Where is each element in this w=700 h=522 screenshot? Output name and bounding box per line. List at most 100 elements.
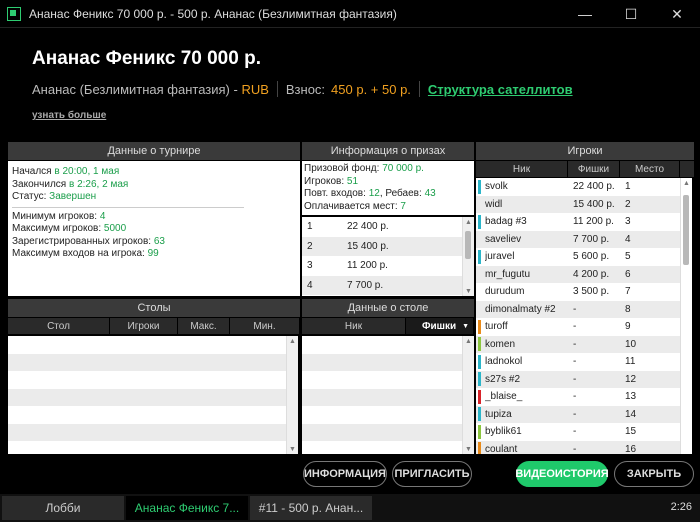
tables-scrollbar[interactable]: ▲ ▼	[286, 336, 298, 454]
ended-label: Закончился	[12, 178, 67, 190]
window-title: Ананас Феникс 70 000 р. - 500 р. Ананас …	[29, 6, 397, 21]
player-row[interactable]: durudum 3 500 р. 7	[476, 283, 680, 301]
player-row[interactable]: komen - 10	[476, 335, 680, 353]
prize-place: 3	[307, 260, 313, 272]
player-chips: 5 600 р.	[573, 251, 610, 263]
prize-row: 55 600 р.	[302, 295, 462, 296]
fee-value: 450 р. + 50 р.	[331, 81, 411, 97]
prize-pool-label: Призовой фонд:	[304, 163, 380, 174]
scroll-down-arrow-icon[interactable]: ▼	[463, 286, 474, 296]
tab-table[interactable]: #11 - 500 р. Анан...	[250, 496, 372, 520]
empty-row	[8, 388, 286, 406]
close-button[interactable]: ЗАКРЫТЬ	[614, 461, 694, 487]
player-nick: mr_fugutu	[485, 268, 531, 280]
table-data-scrollbar[interactable]: ▲ ▼	[462, 336, 474, 454]
player-row[interactable]: tupiza - 14	[476, 405, 680, 423]
player-nick: widl	[485, 198, 503, 210]
player-row[interactable]: ladnokol - 11	[476, 353, 680, 371]
player-row[interactable]: coulant - 16	[476, 440, 680, 454]
column-place[interactable]: Место	[620, 161, 680, 177]
player-place: 16	[625, 443, 637, 454]
reentries-label: Повт. входов:	[304, 188, 366, 199]
empty-row	[8, 423, 286, 441]
info-button[interactable]: ИНФОРМАЦИЯ	[303, 461, 387, 487]
column-players[interactable]: Игроки	[110, 318, 178, 334]
column-max[interactable]: Макс.	[178, 318, 230, 334]
player-color-marker	[478, 302, 481, 316]
empty-row	[8, 371, 286, 389]
scroll-up-arrow-icon[interactable]: ▲	[681, 178, 692, 188]
scroll-down-arrow-icon[interactable]: ▼	[287, 444, 298, 454]
player-row[interactable]: byblik61 - 15	[476, 423, 680, 441]
player-place: 2	[625, 198, 631, 210]
player-place: 10	[625, 338, 637, 350]
scroll-up-arrow-icon[interactable]: ▲	[463, 336, 474, 346]
minimize-button[interactable]: —	[562, 0, 608, 28]
maximize-button[interactable]: ☐	[608, 0, 654, 28]
prize-scrollbar[interactable]: ▲ ▼	[462, 217, 474, 296]
player-row[interactable]: juravel 5 600 р. 5	[476, 248, 680, 266]
column-min[interactable]: Мин.	[230, 318, 300, 334]
learn-more-link[interactable]: узнать больше	[32, 110, 106, 121]
column-table[interactable]: Стол	[8, 318, 110, 334]
player-place: 13	[625, 391, 637, 403]
scroll-thumb[interactable]	[683, 195, 689, 265]
scroll-thumb[interactable]	[465, 231, 471, 259]
player-color-marker	[478, 232, 481, 246]
column-chips[interactable]: Фишки	[568, 161, 620, 177]
player-row[interactable]: _blaise_ - 13	[476, 388, 680, 406]
player-color-marker	[478, 354, 481, 369]
column-nick[interactable]: Ник	[302, 318, 406, 334]
prize-row: 1 22 400 р.	[302, 217, 462, 237]
satellite-structure-link[interactable]: Структура сателлитов	[428, 82, 573, 97]
player-row[interactable]: turoff - 9	[476, 318, 680, 336]
player-row[interactable]: mr_fugutu 4 200 р. 6	[476, 265, 680, 283]
min-players-value: 4	[99, 210, 106, 222]
invite-button[interactable]: ПРИГЛАСИТЬ	[392, 461, 472, 487]
player-nick: durudum	[485, 286, 525, 298]
tournament-header: Ананас Феникс 70 000 р. Ананас (Безлимит…	[0, 28, 700, 140]
close-window-button[interactable]: ✕	[654, 0, 700, 28]
player-row[interactable]: saveliev 7 700 р. 4	[476, 230, 680, 248]
bottom-taskbar: Лобби Ананас Феникс 7... #11 - 500 р. Ан…	[0, 494, 700, 522]
player-color-marker	[478, 179, 481, 194]
player-nick: saveliev	[485, 233, 522, 245]
empty-row	[302, 336, 462, 354]
registered-value: 63	[153, 235, 165, 247]
player-row[interactable]: badag #3 11 200 р. 3	[476, 213, 680, 231]
scroll-up-arrow-icon[interactable]: ▲	[287, 336, 298, 346]
player-nick: svolk	[485, 181, 508, 193]
scroll-up-arrow-icon[interactable]: ▲	[463, 217, 474, 227]
tab-lobby[interactable]: Лобби	[2, 496, 124, 520]
player-row[interactable]: svolk 22 400 р. 1	[476, 178, 680, 196]
player-row[interactable]: dimonalmaty #2 - 8	[476, 300, 680, 318]
scroll-down-arrow-icon[interactable]: ▼	[463, 444, 474, 454]
divider	[276, 81, 278, 97]
player-row[interactable]: s27s #2 - 12	[476, 370, 680, 388]
player-color-marker	[478, 424, 481, 439]
player-place: 5	[625, 251, 631, 263]
player-color-marker	[478, 389, 481, 404]
players-count-value: 51	[346, 175, 359, 187]
column-chips-sorted[interactable]: Фишки ▼	[406, 318, 474, 334]
player-place: 12	[625, 373, 637, 385]
player-color-marker	[478, 214, 481, 229]
tournament-data-panel: Начался в 20:00, 1 мая Закончился в 2:26…	[8, 161, 300, 296]
reentries-value: 12	[368, 188, 380, 199]
video-history-button[interactable]: ВИДЕОИСТОРИЯ	[515, 461, 609, 487]
column-nick[interactable]: Ник	[476, 161, 568, 177]
player-chips: -	[573, 443, 577, 454]
prize-amount: 22 400 р.	[347, 221, 389, 233]
prize-row: 4 7 700 р.	[302, 275, 462, 295]
player-chips: -	[573, 321, 577, 333]
player-row[interactable]: widl 15 400 р. 2	[476, 195, 680, 213]
prize-row: 2 15 400 р.	[302, 236, 462, 256]
players-scrollbar[interactable]: ▲	[680, 178, 692, 454]
player-place: 6	[625, 268, 631, 280]
players-heading: Игроки	[476, 142, 694, 160]
table-data-heading: Данные о столе	[302, 299, 474, 317]
tab-tournament-active[interactable]: Ананас Феникс 7...	[126, 496, 248, 520]
player-chips: -	[573, 426, 577, 438]
tournament-subheader: Ананас (Безлимитная фантазия) - RUB Взно…	[32, 81, 573, 97]
status-value: Завершен	[49, 191, 97, 202]
